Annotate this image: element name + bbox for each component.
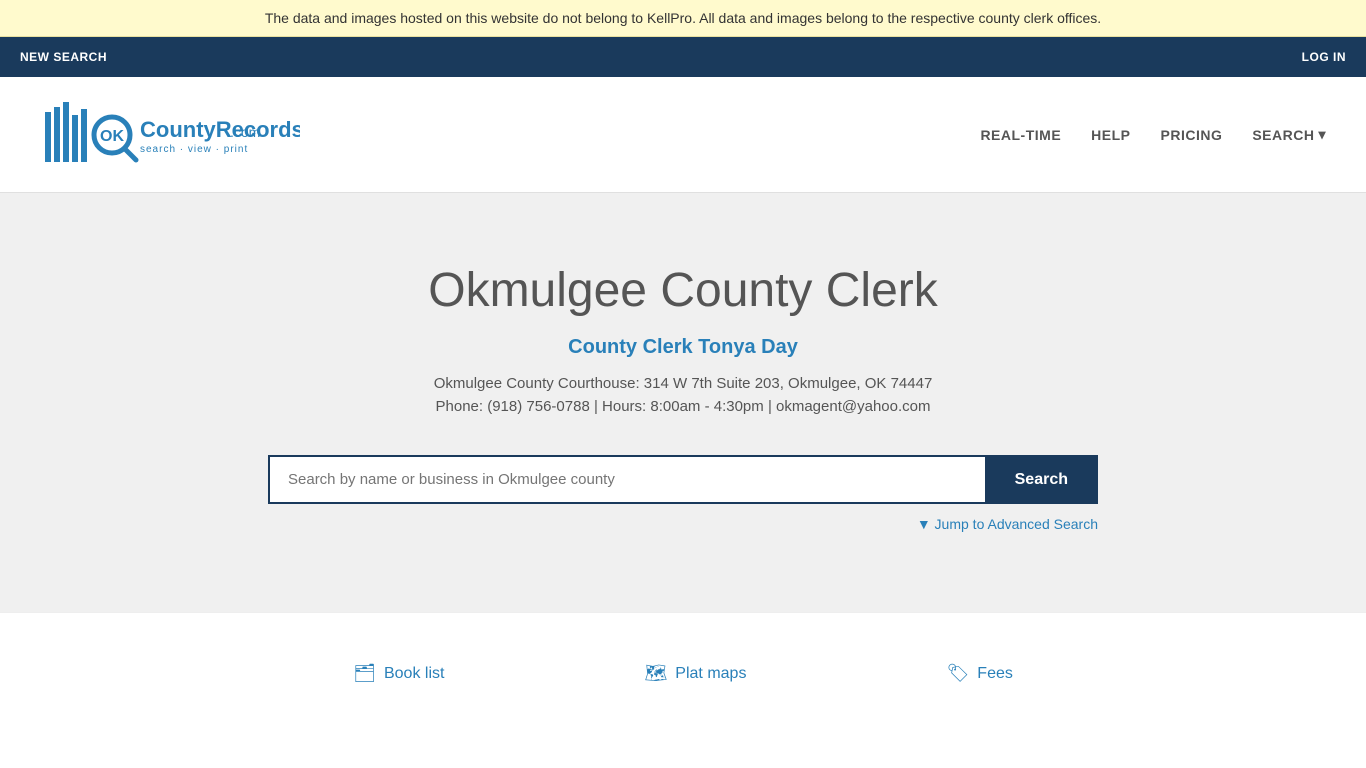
page-title: Okmulgee County Clerk [20, 263, 1346, 318]
book-icon: 🗂 [353, 663, 376, 684]
plat-maps-link[interactable]: 🗺 Plat maps [644, 663, 746, 684]
realtime-nav-link[interactable]: REAL-TIME [980, 127, 1061, 143]
site-logo: OK CountyRecords .com search · view · pr… [40, 97, 300, 172]
advanced-search-container: ▼ Jump to Advanced Search [268, 516, 1098, 532]
book-list-link[interactable]: 🗂 Book list [353, 663, 444, 684]
banner-text: The data and images hosted on this websi… [265, 10, 1101, 26]
county-address: Okmulgee County Courthouse: 314 W 7th Su… [20, 375, 1346, 392]
search-input[interactable] [268, 455, 985, 504]
top-nav: NEW SEARCH LOG IN [0, 37, 1366, 77]
help-nav-link[interactable]: HELP [1091, 127, 1130, 143]
search-nav-label: SEARCH [1252, 127, 1314, 143]
site-header: OK CountyRecords .com search · view · pr… [0, 77, 1366, 193]
svg-text:.com: .com [230, 124, 260, 140]
fees-link[interactable]: 🏷 Fees [946, 663, 1012, 684]
main-nav: REAL-TIME HELP PRICING SEARCH ▾ [980, 126, 1326, 143]
logo-area: OK CountyRecords .com search · view · pr… [40, 97, 300, 172]
svg-text:OK: OK [100, 128, 124, 145]
tag-icon: 🏷 [946, 663, 969, 684]
pricing-nav-link[interactable]: PRICING [1161, 127, 1223, 143]
search-nav-dropdown[interactable]: SEARCH ▾ [1252, 126, 1326, 143]
search-bar: Search [268, 455, 1098, 504]
chevron-down-icon: ▾ [1318, 126, 1326, 143]
book-list-label: Book list [384, 665, 444, 683]
county-contact: Phone: (918) 756-0788 | Hours: 8:00am - … [20, 398, 1346, 415]
notice-banner: The data and images hosted on this websi… [0, 0, 1366, 37]
svg-text:CountyRecords: CountyRecords [140, 117, 300, 142]
fees-label: Fees [977, 665, 1013, 683]
search-button[interactable]: Search [985, 455, 1098, 504]
plat-maps-label: Plat maps [675, 665, 746, 683]
log-in-link[interactable]: LOG IN [1302, 50, 1346, 64]
bottom-links-section: 🗂 Book list 🗺 Plat maps 🏷 Fees [0, 612, 1366, 734]
map-icon: 🗺 [644, 663, 667, 684]
svg-text:search · view · print: search · view · print [140, 144, 248, 155]
hero-section: Okmulgee County Clerk County Clerk Tonya… [0, 193, 1366, 612]
county-clerk-name: County Clerk Tonya Day [20, 336, 1346, 359]
advanced-search-link[interactable]: ▼ Jump to Advanced Search [917, 516, 1098, 532]
new-search-link[interactable]: NEW SEARCH [20, 50, 107, 64]
